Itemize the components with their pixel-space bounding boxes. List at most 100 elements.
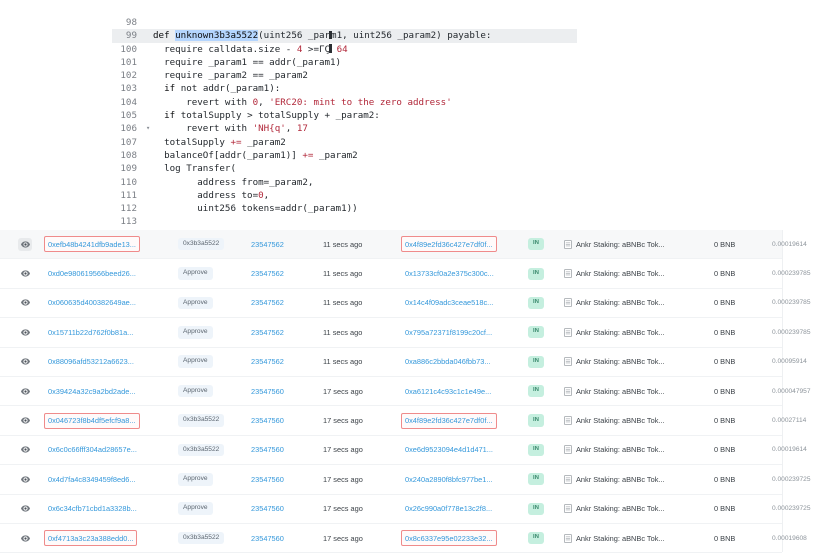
block-number-link[interactable]: 23547560 xyxy=(251,445,323,454)
to-contract-cell[interactable]: Ankr Staking: aBNBc Tok... xyxy=(564,534,714,543)
to-contract-cell[interactable]: Ankr Staking: aBNBc Tok... xyxy=(564,240,714,249)
table-row[interactable]: 0xf4713a3c23a388edd0... 0x3b3a5522 2354756… xyxy=(0,524,807,553)
block-number-link[interactable]: 23547562 xyxy=(251,357,323,366)
code-line[interactable]: 105 if totalSupply > totalSupply + _para… xyxy=(112,109,577,122)
code-line[interactable]: 101 require _param1 == addr(_param1) xyxy=(112,56,577,69)
from-address-link[interactable]: 0x4f89e2fd36c427e7df0f... xyxy=(401,412,497,429)
from-address-link[interactable]: 0x13733cf0a2e375c300c... xyxy=(401,266,498,282)
method-badge[interactable]: Approve xyxy=(178,326,213,339)
to-contract-cell[interactable]: Ankr Staking: aBNBc Tok... xyxy=(564,416,714,425)
txn-hash-link[interactable]: 0xd0e980619566beed26... xyxy=(44,266,140,282)
method-badge[interactable]: 0x3b3a5522 xyxy=(178,531,225,545)
code-fold-arrow-icon[interactable] xyxy=(146,29,153,42)
to-contract-cell[interactable]: Ankr Staking: aBNBc Tok... xyxy=(564,269,714,278)
code-line[interactable]: 106 ▾ revert with 'NH{q', 17 xyxy=(112,122,577,135)
code-line[interactable]: 102 require _param2 == _param2 xyxy=(112,69,577,82)
block-number-link[interactable]: 23547560 xyxy=(251,504,323,513)
code-fold-arrow-icon[interactable] xyxy=(146,109,153,122)
from-address-link[interactable]: 0x26c990a0f778e13c2f8... xyxy=(401,501,496,517)
block-number-link[interactable]: 23547560 xyxy=(251,475,323,484)
txn-hash-link[interactable]: 0x88096afd53212a6623... xyxy=(44,354,138,370)
code-fold-arrow-icon[interactable] xyxy=(146,136,153,149)
method-badge[interactable]: Approve xyxy=(178,296,213,310)
from-address-link[interactable]: 0x14c4f09adc3ceae518c... xyxy=(401,295,497,311)
method-badge[interactable]: Approve xyxy=(178,355,213,369)
txn-hash-link[interactable]: 0x046723f8b4df5efcf9a8... xyxy=(44,412,140,429)
txn-hash-link[interactable]: 0xefb48b4241dfb9ade13... xyxy=(44,236,140,253)
code-fold-arrow-icon[interactable] xyxy=(146,176,153,189)
to-contract-cell[interactable]: Ankr Staking: aBNBc Tok... xyxy=(564,387,714,396)
code-line[interactable]: 108 balanceOf[addr(_param1)] += _param2 xyxy=(112,149,577,162)
code-fold-arrow-icon[interactable] xyxy=(146,215,153,228)
table-row[interactable]: 0x046723f8b4df5efcf9a8... 0x3b3a5522 23547… xyxy=(0,406,806,436)
eye-icon[interactable] xyxy=(18,385,32,398)
code-fold-arrow-icon[interactable] xyxy=(146,56,153,69)
eye-icon[interactable] xyxy=(18,326,32,339)
method-badge[interactable]: Approve xyxy=(178,502,213,515)
from-address-link[interactable]: 0xa6121c4c93c1c1e49e... xyxy=(401,383,495,399)
txn-hash-link[interactable]: 0x39424a32c9a2bd2ade... xyxy=(44,383,140,399)
code-line[interactable]: 99 def unknown3b3a5522(uint256 _parm1, u… xyxy=(112,29,577,43)
code-fold-arrow-icon[interactable] xyxy=(146,43,153,56)
code-line[interactable]: 109 log Transfer( xyxy=(112,162,577,175)
txn-hash-link[interactable]: 0x6c34cfb71cbd1a3328b... xyxy=(44,501,141,517)
block-number-link[interactable]: 23547562 xyxy=(251,269,323,278)
method-badge[interactable]: 0x3b3a5522 xyxy=(178,414,225,427)
code-fold-arrow-icon[interactable] xyxy=(146,149,153,162)
table-row[interactable]: 0xefb48b4241dfb9ade13... 0x3b3a5522 235475… xyxy=(0,230,807,260)
code-fold-arrow-icon[interactable] xyxy=(146,189,153,202)
from-address-link[interactable]: 0xa886c2bbda046fbb73... xyxy=(401,354,494,370)
code-fold-arrow-icon[interactable] xyxy=(146,16,153,29)
block-number-link[interactable]: 23547560 xyxy=(251,534,323,543)
to-contract-cell[interactable]: Ankr Staking: aBNBc Tok... xyxy=(564,298,714,307)
table-row[interactable]: 0x6c34cfb71cbd1a3328b... Approve 23547560 1… xyxy=(0,495,811,524)
code-fold-arrow-icon[interactable] xyxy=(146,96,153,109)
code-fold-arrow-icon[interactable]: ▾ xyxy=(146,122,153,135)
code-line[interactable]: 111 address to=0, xyxy=(112,189,577,202)
code-line[interactable]: 100 require calldata.size - 4 >=ΓÇ 64 xyxy=(112,43,577,56)
eye-icon[interactable] xyxy=(18,355,32,368)
code-fold-arrow-icon[interactable] xyxy=(146,69,153,82)
method-badge[interactable]: 0x3b3a5522 xyxy=(178,237,225,251)
eye-icon[interactable] xyxy=(18,237,32,251)
method-badge[interactable]: Approve xyxy=(178,473,213,486)
block-number-link[interactable]: 23547560 xyxy=(251,416,323,425)
from-address-link[interactable]: 0x4f89e2fd36c427e7df0f... xyxy=(401,236,497,253)
code-fold-arrow-icon[interactable] xyxy=(146,202,153,215)
txn-hash-link[interactable]: 0xf4713a3c23a388edd0... xyxy=(44,530,138,547)
block-number-link[interactable]: 23547562 xyxy=(251,240,323,249)
to-contract-cell[interactable]: Ankr Staking: aBNBc Tok... xyxy=(564,504,714,513)
from-address-link[interactable]: 0x240a2890f8bfc977be1... xyxy=(401,471,497,487)
txn-hash-link[interactable]: 0x4d7fa4c8349459f8ed6... xyxy=(44,471,140,487)
block-number-link[interactable]: 23547562 xyxy=(251,298,323,307)
code-line[interactable]: 103 if not addr(_param1): xyxy=(112,82,577,95)
eye-icon[interactable] xyxy=(18,296,32,309)
table-row[interactable]: 0xd0e980619566beed26... Approve 23547562 11… xyxy=(0,259,811,289)
txn-hash-link[interactable]: 0x060635d400382649ae... xyxy=(44,295,140,311)
to-contract-cell[interactable]: Ankr Staking: aBNBc Tok... xyxy=(564,328,714,337)
eye-icon[interactable] xyxy=(18,267,32,280)
code-line[interactable]: 104 revert with 0, 'ERC20: mint to the z… xyxy=(112,96,577,109)
to-contract-cell[interactable]: Ankr Staking: aBNBc Tok... xyxy=(564,475,714,484)
method-badge[interactable]: Approve xyxy=(178,384,213,398)
code-line[interactable]: 113 xyxy=(112,215,577,228)
block-number-link[interactable]: 23547562 xyxy=(251,328,323,337)
code-line[interactable]: 112 uint256 tokens=addr(_param1)) xyxy=(112,202,577,215)
table-row[interactable]: 0x39424a32c9a2bd2ade... Approve 23547560 17… xyxy=(0,377,811,407)
code-line[interactable]: 98 xyxy=(112,16,577,29)
code-fold-arrow-icon[interactable] xyxy=(146,82,153,95)
eye-icon[interactable] xyxy=(18,473,32,486)
table-row[interactable]: 0x88096afd53212a6623... Approve 23547562 11… xyxy=(0,348,807,377)
code-line[interactable]: 107 totalSupply += _param2 xyxy=(112,136,577,149)
table-row[interactable]: 0x6c0c66fff304ad28657e... 0x3b3a5522 23547… xyxy=(0,436,807,466)
code-fold-arrow-icon[interactable] xyxy=(146,162,153,175)
method-badge[interactable]: 0x3b3a5522 xyxy=(178,443,225,457)
from-address-link[interactable]: 0xe6d9523094e4d1d471... xyxy=(401,442,497,458)
code-line[interactable]: 110 address from=_param2, xyxy=(112,176,577,189)
table-row[interactable]: 0x15711b22d762f0b81a... Approve 23547562 11… xyxy=(0,318,811,348)
from-address-link[interactable]: 0x8c6337e95e02233e32... xyxy=(401,530,497,547)
to-contract-cell[interactable]: Ankr Staking: aBNBc Tok... xyxy=(564,357,714,366)
block-number-link[interactable]: 23547560 xyxy=(251,387,323,396)
txn-hash-link[interactable]: 0x15711b22d762f0b81a... xyxy=(44,324,137,340)
from-address-link[interactable]: 0x795a72371f8199c20cf... xyxy=(401,324,496,340)
